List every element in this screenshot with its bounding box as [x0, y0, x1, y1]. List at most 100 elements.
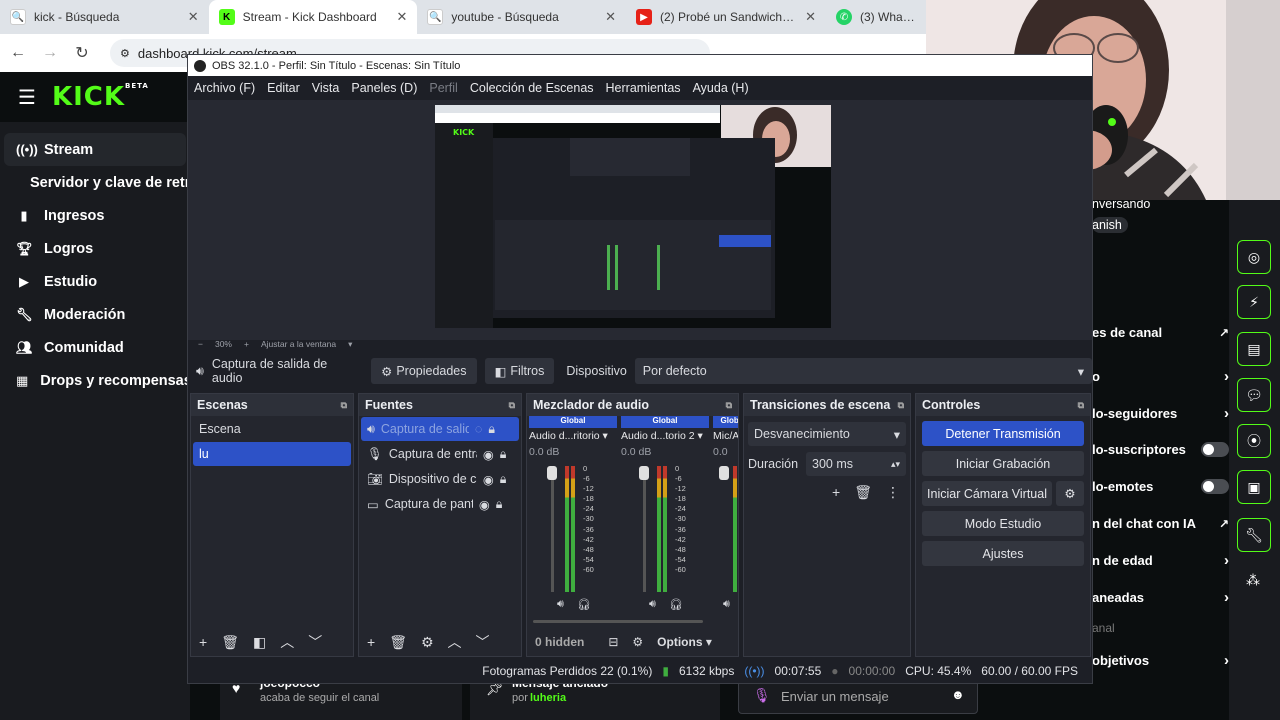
arrow-down-icon[interactable]: ﹀	[476, 632, 490, 652]
undock-icon[interactable]: ⧉	[726, 400, 732, 411]
filter-icon[interactable]: ◧	[253, 634, 266, 651]
forward-icon[interactable]: →	[42, 44, 58, 62]
volume-slider-handle[interactable]	[639, 466, 649, 480]
back-icon[interactable]: ←	[10, 44, 26, 62]
close-icon[interactable]: ✕	[805, 9, 816, 25]
sidebar-item-ingresos[interactable]: ▮ Ingresos	[0, 199, 190, 232]
channel-name[interactable]: Audio d...torio 2 ▾	[621, 430, 709, 442]
stop-streaming-button[interactable]: Detener Transmisión	[922, 421, 1084, 446]
arrow-down-icon[interactable]: ﹀	[308, 632, 322, 652]
browser-tab-kick-search[interactable]: 🔍 kick - Búsqueda ✕	[0, 0, 209, 34]
layout-icon[interactable]: ▣	[1237, 470, 1271, 504]
reload-icon[interactable]: ↻	[74, 43, 90, 63]
studio-mode-button[interactable]: Modo Estudio	[922, 511, 1084, 536]
sidebar-item-comunidad[interactable]: 👥︎ Comunidad	[0, 331, 190, 364]
undock-icon[interactable]: ⧉	[509, 400, 515, 411]
chevron-down-icon[interactable]: ▾	[348, 339, 352, 350]
menu-archivo[interactable]: Archivo (F)	[194, 81, 255, 95]
undock-icon[interactable]: ⧉	[341, 400, 347, 411]
properties-button[interactable]: ⚙ Propiedades	[371, 358, 477, 384]
zoom-in-button[interactable]: +	[244, 339, 249, 349]
add-icon[interactable]: +	[832, 484, 840, 501]
menu-coleccion[interactable]: Colección de Escenas	[470, 81, 594, 95]
channel-name[interactable]: Audio d...ritorio ▾	[529, 430, 617, 442]
add-icon[interactable]: +	[199, 634, 207, 650]
browser-tab-whatsapp[interactable]: ✆ (3) WhatsApp	[826, 0, 926, 34]
setting-followers-only[interactable]: lo-seguidores ›	[1092, 405, 1229, 422]
eye-icon[interactable]: ◉	[483, 472, 494, 487]
document-icon[interactable]: ▤	[1237, 332, 1271, 366]
sidebar-item-drops[interactable]: ▦ Drops y recompensas	[0, 364, 192, 397]
eye-icon[interactable]: ◉	[483, 447, 494, 462]
setting-subscribers-only[interactable]: lo-suscriptores	[1092, 442, 1229, 457]
channel-name[interactable]: Mic/A	[713, 430, 738, 442]
device-select[interactable]: Por defecto ▾	[634, 358, 1092, 384]
source-item[interactable]: 📷︎ Dispositivo de captura de video ◉ 🔒︎	[361, 467, 519, 491]
menu-paneles[interactable]: Paneles (D)	[351, 81, 417, 95]
browser-tab-kick-dashboard[interactable]: K Stream - Kick Dashboard ✕	[208, 0, 418, 34]
menu-perfil[interactable]: Perfil	[429, 81, 457, 95]
broadcast-icon[interactable]: ⦿	[1237, 424, 1271, 458]
eye-hidden-icon[interactable]: ◌	[475, 422, 482, 436]
trash-icon[interactable]: 🗑︎	[854, 484, 872, 501]
menu-vista[interactable]: Vista	[312, 81, 340, 95]
start-recording-button[interactable]: Iniciar Grabación	[922, 451, 1084, 476]
arrow-up-icon[interactable]: ︿	[448, 632, 462, 652]
camera-tool-icon[interactable]: ◎	[1237, 240, 1271, 274]
settings-button[interactable]: Ajustes	[922, 541, 1084, 566]
mixer-settings-icon[interactable]: ⚙	[632, 635, 643, 649]
sidebar-item-server-key[interactable]: Servidor y clave de retransmisión	[0, 166, 262, 199]
lock-icon[interactable]: 🔒︎	[488, 422, 495, 437]
kick-logo[interactable]: KICKBETA	[52, 82, 149, 112]
source-item[interactable]: 🎙︎ Captura de entrada de audio ◉ 🔒︎	[361, 442, 519, 466]
speaker-icon[interactable]: 🔊︎	[723, 598, 730, 611]
options-dropdown[interactable]: Options ▾	[657, 635, 712, 649]
emoji-icon[interactable]: ☻	[951, 687, 965, 702]
scene-item[interactable]: Escena	[193, 417, 351, 441]
layout-toggle-icon[interactable]: ⊟	[608, 635, 618, 649]
menu-herramientas[interactable]: Herramientas	[606, 81, 681, 95]
zoom-out-button[interactable]: −	[198, 339, 203, 349]
microphone-icon[interactable]: 🎙︎	[753, 687, 771, 704]
undock-icon[interactable]: ⧉	[898, 400, 904, 411]
toggle-switch[interactable]	[1201, 479, 1229, 494]
start-virtual-camera-button[interactable]: Iniciar Cámara Virtual	[922, 481, 1052, 506]
lock-icon[interactable]: 🔒︎	[500, 447, 507, 462]
trash-icon[interactable]: 🗑︎	[221, 634, 239, 651]
wrench-icon[interactable]: 🔧︎	[1237, 518, 1271, 552]
menu-icon[interactable]: ☰	[18, 85, 36, 110]
setting-banned[interactable]: aneadas ›	[1092, 589, 1229, 606]
setting-ai-chat[interactable]: n del chat con IA ↗	[1092, 516, 1229, 531]
obs-preview-area[interactable]: KICK	[188, 100, 1092, 340]
gear-icon[interactable]: ⚙	[421, 634, 434, 651]
close-icon[interactable]: ✕	[396, 9, 407, 25]
browser-tab-youtube-search[interactable]: 🔍 youtube - Búsqueda ✕	[417, 0, 626, 34]
duration-spinbox[interactable]: 300 ms ▴▾	[806, 452, 906, 476]
undock-icon[interactable]: ⧉	[1078, 400, 1084, 411]
speaker-icon[interactable]: 🔊︎	[557, 598, 564, 611]
speaker-icon[interactable]: 🔊︎	[649, 598, 656, 611]
menu-ayuda[interactable]: Ayuda (H)	[693, 81, 749, 95]
apps-icon[interactable]: ⁂	[1246, 572, 1260, 589]
headphones-icon[interactable]: 🎧︎	[577, 598, 591, 611]
browser-tab-youtube-video[interactable]: ▶ (2) Probé un Sandwich de 1$ vs ✕	[626, 0, 826, 34]
source-item-selected[interactable]: 🔊︎ Captura de salida de audio ◌ 🔒︎	[361, 417, 519, 441]
sidebar-item-moderacion[interactable]: 🔧︎ Moderación	[0, 298, 190, 331]
virtual-camera-settings-button[interactable]: ⚙	[1056, 481, 1084, 506]
source-item[interactable]: ▭ Captura de pantalla ◉ 🔒︎	[361, 492, 519, 516]
chat-icon[interactable]: 💬︎	[1237, 378, 1271, 412]
lock-icon[interactable]: 🔒︎	[496, 497, 503, 512]
trash-icon[interactable]: 🗑︎	[389, 634, 407, 651]
close-icon[interactable]: ✕	[605, 9, 616, 25]
volume-slider-handle[interactable]	[547, 466, 557, 480]
sidebar-item-logros[interactable]: 🏆︎ Logros	[0, 232, 190, 265]
setting-goals[interactable]: objetivos ›	[1092, 652, 1229, 669]
setting-age[interactable]: n de edad ›	[1092, 552, 1229, 569]
lightning-icon[interactable]: ⚡︎	[1237, 285, 1271, 319]
toggle-switch[interactable]	[1201, 442, 1229, 457]
volume-slider-handle[interactable]	[719, 466, 729, 480]
scene-item-selected[interactable]: lu	[193, 442, 351, 466]
headphones-icon[interactable]: 🎧︎	[669, 598, 683, 611]
filters-button[interactable]: ◧ Filtros	[484, 358, 555, 384]
volume-slider[interactable]	[551, 468, 554, 592]
